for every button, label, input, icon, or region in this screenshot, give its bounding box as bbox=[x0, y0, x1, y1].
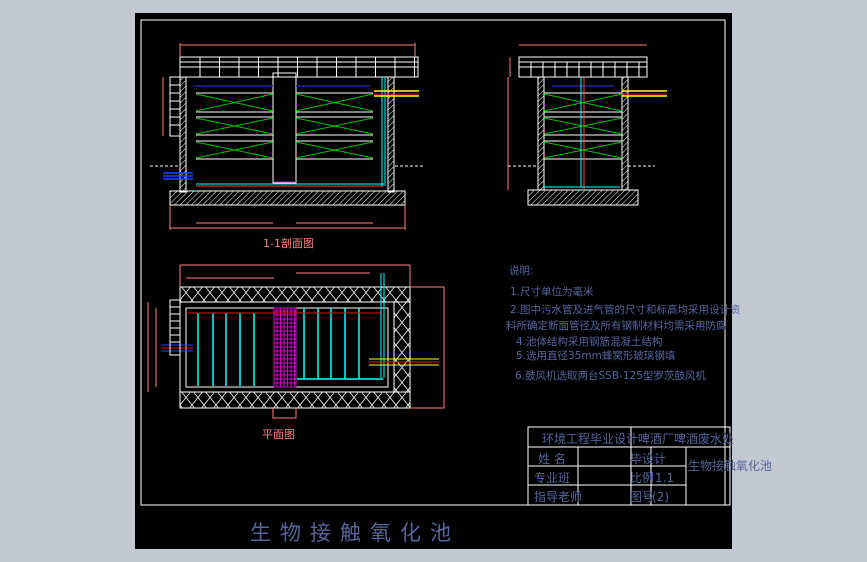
scale-value: 1.1 bbox=[655, 471, 674, 485]
drawing-no-value: (2) bbox=[652, 490, 669, 504]
ladder bbox=[169, 76, 181, 137]
notes-heading: 说明: bbox=[509, 264, 534, 277]
drawing-no-label: 图号 bbox=[630, 490, 654, 504]
notes: 说明: 1.尺寸单位为毫米 2.图中污水管及进气管的尺寸和标高均采用设计资 料所… bbox=[506, 264, 741, 382]
cad-drawing: 1-1剖面图 平面图 说明: 1.尺寸单位为毫米 2.图中污水管及进气管的尺寸和… bbox=[140, 19, 772, 545]
main-title: 生物接触氧化池 bbox=[250, 521, 460, 545]
packing-media-left bbox=[195, 92, 274, 160]
note-3: 料所确定断面管径及所有钢制材料均需采用防腐 bbox=[506, 319, 727, 332]
name-label: 姓 名 bbox=[538, 451, 566, 466]
note-6: 6.鼓风机选取两台SSB-125型罗茨鼓风机 bbox=[515, 369, 706, 382]
center-partition bbox=[272, 72, 297, 184]
outlet-pipe bbox=[163, 172, 193, 180]
design-label: 毕设计 bbox=[630, 452, 666, 466]
top-grating bbox=[179, 56, 419, 78]
title-block-header: 环境工程毕业设计啤酒厂啤酒废水处 bbox=[542, 431, 734, 446]
drawing-name: 生物接触氧化池 bbox=[688, 458, 772, 473]
plan-view: 平面图 bbox=[147, 264, 445, 441]
note-2: 2.图中污水管及进气管的尺寸和标高均采用设计资 bbox=[510, 303, 741, 316]
plan-label: 平面图 bbox=[262, 428, 295, 441]
note-4: 4.池体结构采用钢筋混凝土结构 bbox=[516, 335, 663, 348]
section-label: 1-1剖面图 bbox=[263, 236, 314, 250]
advisor-label: 指导老师 bbox=[534, 489, 582, 504]
note-1: 1.尺寸单位为毫米 bbox=[510, 285, 594, 298]
base-slab bbox=[169, 190, 406, 206]
scale-label: 比例 bbox=[630, 471, 654, 485]
note-5: 5.选用直径35mm蜂窝形玻璃钢填 bbox=[516, 349, 676, 362]
major-label: 专业班 bbox=[534, 470, 570, 485]
air-riser bbox=[381, 77, 386, 186]
left-wall bbox=[179, 76, 187, 193]
section-1-1-view: 1-1剖面图 bbox=[150, 43, 425, 250]
packing-media-right bbox=[295, 92, 374, 160]
section-2-2-view bbox=[507, 44, 667, 206]
